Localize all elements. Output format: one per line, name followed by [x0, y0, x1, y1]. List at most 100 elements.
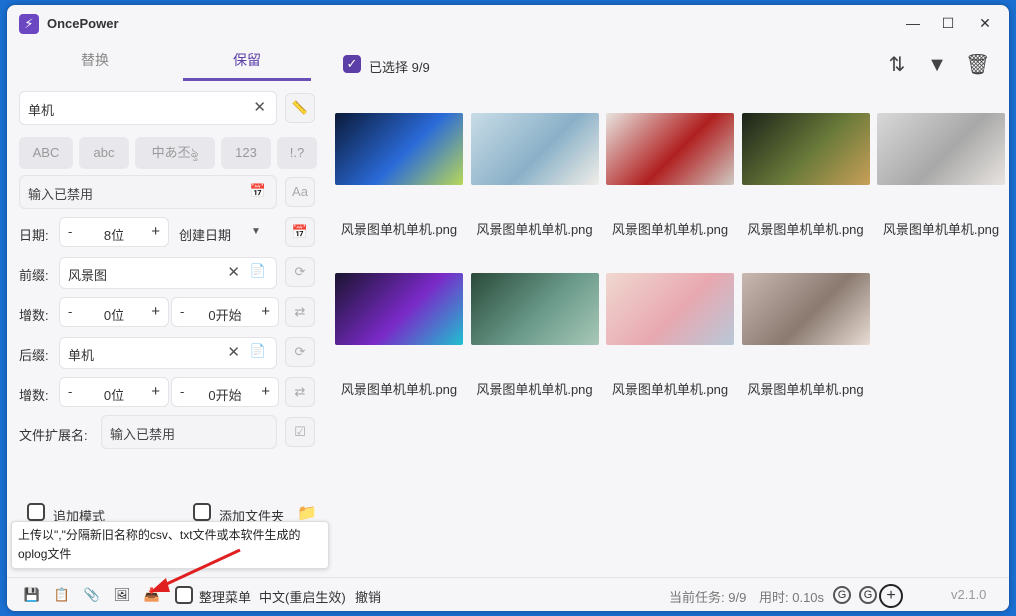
extension-label: 文件扩展名: — [19, 428, 88, 443]
keep-input[interactable]: 单机 ✕ — [19, 91, 277, 125]
plus-button[interactable]: + — [151, 303, 160, 320]
version-label: v2.1.0 — [951, 587, 987, 602]
refresh-icon[interactable]: ⟳ — [285, 337, 315, 367]
select-all-checkbox[interactable]: ✓ — [343, 55, 361, 73]
file-thumbnail[interactable] — [335, 273, 463, 345]
file-name: 风景图单机单机.png — [611, 382, 729, 397]
gitee-icon[interactable]: G — [859, 586, 877, 604]
minimize-button[interactable]: — — [903, 13, 923, 33]
date-label: 日期: — [19, 228, 49, 243]
close-button[interactable]: ✕ — [975, 13, 995, 33]
chevron-down-icon[interactable]: ▼ — [251, 226, 261, 237]
left-panel: 替换 保留 单机 ✕ 📏 ABC abc 中あ丕ৡ 123 !.? 输入已禁用 … — [7, 41, 323, 571]
file-thumbnail[interactable] — [877, 113, 1005, 185]
file-name: 风景图单机单机.png — [747, 222, 864, 237]
suffix-digits-stepper[interactable]: - 0位 + — [59, 377, 169, 407]
title-bar: ⚡ OncePower — ☐ ✕ — [7, 5, 1009, 41]
clipboard-icon[interactable]: 📎 — [83, 586, 101, 604]
calendar-icon: 📅 — [249, 183, 266, 198]
disabled-input: 输入已禁用 📅 — [19, 175, 277, 209]
clear-icon[interactable]: ✕ — [253, 98, 266, 116]
file-name: 风景图单机单机.png — [747, 382, 864, 397]
disabled-input-placeholder: 输入已禁用 — [28, 187, 94, 202]
folder-icon[interactable]: 📁 — [297, 503, 317, 523]
file-import-icon[interactable]: 📄 — [250, 263, 266, 279]
export-log-icon[interactable]: 📋 — [53, 586, 71, 604]
chip-digits[interactable]: 123 — [221, 137, 271, 169]
filter-icon[interactable]: ▼ — [925, 53, 949, 77]
prefix-increment-label: 增数: — [19, 308, 49, 323]
prefix-label: 前缀: — [19, 268, 49, 283]
file-thumbnail[interactable] — [470, 113, 599, 185]
file-thumbnail[interactable] — [335, 113, 463, 185]
swap-icon[interactable]: ⇄ — [285, 297, 315, 327]
calendar-button[interactable]: 📅 — [285, 217, 315, 247]
selected-count: 已选择 9/9 — [369, 60, 430, 75]
append-mode-checkbox[interactable] — [27, 503, 45, 521]
add-folder-checkbox[interactable] — [193, 503, 211, 521]
prefix-input[interactable]: 风景图 ✕ 📄 — [59, 257, 277, 289]
add-icon[interactable]: + — [879, 584, 903, 608]
extension-input-placeholder: 输入已禁用 — [110, 427, 176, 442]
app-title: OncePower — [47, 16, 119, 31]
github-icon[interactable]: G — [833, 586, 851, 604]
suffix-input[interactable]: 单机 ✕ 📄 — [59, 337, 277, 369]
refresh-icon[interactable]: ⟳ — [285, 257, 315, 287]
prefix-digits-stepper[interactable]: - 0位 + — [59, 297, 169, 327]
tab-keep[interactable]: 保留 — [183, 45, 311, 81]
chip-symbols[interactable]: !.? — [277, 137, 317, 169]
tab-bar: 替换 保留 — [17, 45, 313, 81]
file-name: 风景图单机单机.png — [476, 222, 593, 237]
elapsed-time: 用时: 0.10s — [759, 590, 825, 605]
date-digits-stepper[interactable]: - 8位 + — [59, 217, 169, 247]
suffix-start-stepper[interactable]: - 0开始 + — [171, 377, 279, 407]
suffix-input-value: 单机 — [68, 348, 95, 363]
file-name: 风景图单机单机.png — [340, 382, 458, 397]
prefix-start-stepper[interactable]: - 0开始 + — [171, 297, 279, 327]
date-type-select[interactable]: 创建日期 — [179, 225, 231, 244]
file-name: 风景图单机单机.png — [476, 382, 593, 397]
swap-icon[interactable]: ⇄ — [285, 377, 315, 407]
annotation-arrow — [150, 548, 241, 592]
annotation-arrow-head — [150, 578, 170, 592]
file-thumbnail[interactable] — [741, 113, 870, 185]
suffix-increment-label: 增数: — [19, 388, 49, 403]
keep-input-value: 单机 — [28, 103, 55, 118]
file-name: 风景图单机单机.png — [611, 222, 729, 237]
clear-icon[interactable]: ✕ — [227, 263, 240, 281]
maximize-button[interactable]: ☐ — [938, 13, 958, 33]
app-logo-icon: ⚡ — [19, 14, 39, 34]
undo-button[interactable]: 撤销 — [355, 587, 381, 606]
current-task-status: 当前任务: 9/9 — [669, 590, 747, 605]
app-window: ⚡ OncePower — ☐ ✕ 替换 保留 单机 ✕ 📏 ABC abc 中… — [7, 5, 1009, 611]
image-icon[interactable]: 🖼 — [113, 586, 131, 604]
extension-input: 输入已禁用 — [101, 415, 277, 449]
file-name: 风景图单机单机.png — [340, 222, 458, 237]
clear-icon[interactable]: ✕ — [227, 343, 240, 361]
date-plus-button[interactable]: + — [151, 223, 160, 240]
save-icon[interactable]: 💾 — [23, 586, 41, 604]
trash-icon[interactable]: 🗑 — [965, 53, 990, 77]
sort-icon[interactable]: ⇅ — [885, 53, 909, 77]
chip-uppercase[interactable]: ABC — [19, 137, 73, 169]
file-grid-panel: ✓ 已选择 9/9 ⇅ ▼ 🗑 风景图单机单机.png 风景图单机单机.png 风景… — [323, 41, 1009, 571]
file-thumbnail[interactable] — [741, 273, 870, 345]
file-thumbnail[interactable] — [606, 113, 734, 185]
ruler-icon[interactable]: 📏 — [285, 93, 315, 123]
plus-button[interactable]: + — [261, 383, 270, 400]
annotation-arrow-line — [157, 548, 241, 590]
file-import-icon[interactable]: 📄 — [250, 343, 266, 359]
suffix-label: 后缀: — [19, 348, 49, 363]
tab-replace[interactable]: 替换 — [31, 45, 159, 81]
language-select[interactable]: 中文(重启生效) — [259, 587, 346, 606]
plus-button[interactable]: + — [151, 383, 160, 400]
plus-button[interactable]: + — [261, 303, 270, 320]
file-name: 风景图单机单机.png — [882, 222, 1000, 237]
file-thumbnail[interactable] — [470, 273, 599, 345]
chip-cjk[interactable]: 中あ丕ৡ — [135, 137, 215, 169]
chip-lowercase[interactable]: abc — [79, 137, 129, 169]
prefix-input-value: 风景图 — [68, 268, 108, 283]
file-thumbnail[interactable] — [606, 273, 734, 345]
confirm-check-icon[interactable]: ☑ — [285, 417, 315, 447]
font-case-button[interactable]: Aa — [285, 177, 315, 207]
